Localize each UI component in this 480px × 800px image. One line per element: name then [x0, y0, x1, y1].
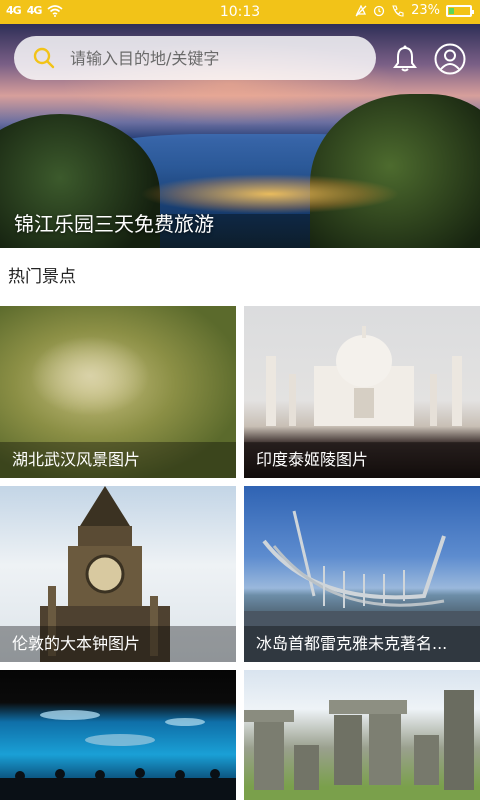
attraction-card-wuhan[interactable]: 湖北武汉风景图片	[0, 306, 236, 478]
search-input[interactable]	[68, 47, 352, 69]
bell-icon[interactable]	[390, 44, 420, 74]
attraction-image	[0, 710, 236, 800]
attraction-card-stonehenge[interactable]	[244, 670, 480, 800]
attraction-card-reykjavik[interactable]: 冰岛首都雷克雅未克著名...	[244, 486, 480, 662]
attraction-label: 冰岛首都雷克雅未克著名...	[244, 626, 480, 662]
call-icon	[392, 4, 404, 17]
attraction-image	[30, 336, 150, 416]
attraction-image	[266, 326, 462, 426]
status-right: 23%	[355, 3, 474, 18]
attraction-label: 印度泰姬陵图片	[244, 442, 480, 478]
attraction-label: 伦敦的大本钟图片	[0, 626, 236, 662]
attraction-image	[244, 690, 474, 790]
banner-image-hill-right	[310, 94, 480, 248]
attraction-card-aquarium[interactable]	[0, 670, 236, 800]
search-icon	[33, 47, 55, 69]
alarm-icon	[373, 5, 385, 16]
section-title-hot-attractions: 热门景点	[8, 267, 76, 287]
banner-caption: 锦江乐园三天免费旅游	[14, 212, 214, 236]
attraction-card-taj-mahal[interactable]: 印度泰姬陵图片	[244, 306, 480, 478]
search-bar[interactable]	[14, 36, 376, 80]
attraction-label: 湖北武汉风景图片	[0, 442, 236, 478]
user-icon[interactable]	[434, 43, 466, 75]
attraction-card-big-ben[interactable]: 伦敦的大本钟图片	[0, 486, 236, 662]
battery-percent: 23%	[411, 3, 440, 18]
silent-icon	[355, 4, 367, 16]
battery-icon	[446, 4, 474, 17]
status-bar: 4G 4G 10:13 23%	[0, 0, 480, 24]
